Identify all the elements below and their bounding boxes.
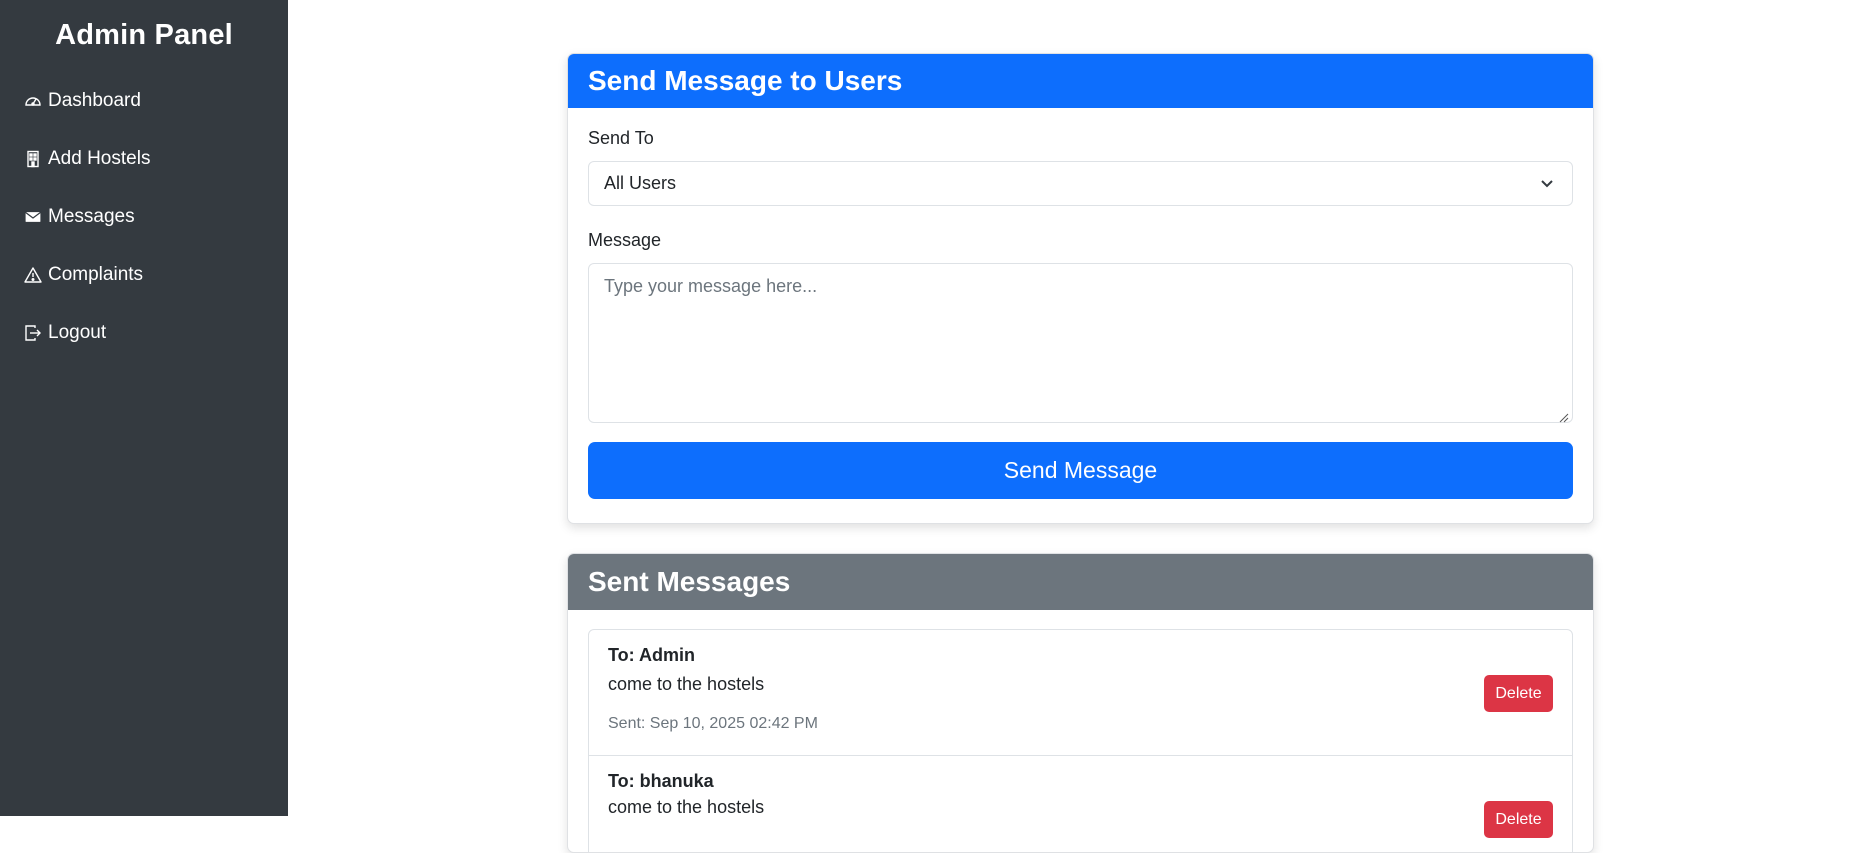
sidebar-item-add-hostels[interactable]: Add Hostels — [0, 130, 288, 188]
sidebar-item-label: Logout — [48, 322, 107, 343]
delete-button[interactable]: Delete — [1484, 675, 1553, 712]
main-content: Send Message to Users Send To All Users … — [288, 0, 1863, 853]
message-label: Message — [588, 230, 662, 250]
message-body: come to the hostels — [608, 797, 765, 817]
resize-grip-icon[interactable] — [1557, 407, 1569, 423]
sidebar-item-label: Messages — [48, 206, 135, 227]
warning-icon — [23, 265, 43, 285]
sent-messages-card: Sent Messages To: Admin come to the host… — [567, 553, 1594, 853]
chevron-down-icon — [1538, 175, 1556, 193]
sidebar-item-complaints[interactable]: Complaints — [0, 246, 288, 304]
send-message-card-title: Send Message to Users — [568, 54, 1593, 108]
sidebar-item-dashboard[interactable]: Dashboard — [0, 72, 288, 130]
sidebar-item-logout[interactable]: Logout — [0, 304, 288, 362]
send-to-select[interactable]: All Users — [588, 161, 1573, 206]
sidebar-item-label: Complaints — [48, 264, 144, 285]
message-body: come to the hostels — [608, 674, 765, 694]
envelope-icon — [23, 207, 43, 227]
message-recipient: To: Admin — [608, 645, 695, 665]
message-placeholder: Type your message here... — [604, 276, 818, 296]
sidebar-item-label: Add Hostels — [48, 148, 151, 169]
speedometer-icon — [23, 91, 43, 111]
building-icon — [23, 149, 43, 169]
sidebar-item-messages[interactable]: Messages — [0, 188, 288, 246]
send-message-button[interactable]: Send Message — [588, 442, 1573, 499]
delete-button[interactable]: Delete — [1484, 801, 1553, 838]
send-message-card: Send Message to Users Send To All Users … — [567, 53, 1594, 524]
sent-messages-list: To: Admin come to the hostels Sent: Sep … — [588, 629, 1573, 852]
send-to-value: All Users — [604, 173, 677, 193]
sidebar-nav: Dashboard Add Hostels Messages Complaint… — [0, 72, 288, 362]
message-sent-time: Sent: Sep 10, 2025 02:42 PM — [608, 715, 818, 732]
list-item: To: Admin come to the hostels Sent: Sep … — [589, 630, 1572, 756]
send-to-label: Send To — [588, 128, 654, 148]
sidebar-title: Admin Panel — [55, 19, 233, 51]
list-item: To: bhanuka come to the hostels Delete — [589, 756, 1572, 852]
sidebar: Admin Panel Dashboard Add Hostels Messag… — [0, 0, 288, 816]
message-textarea[interactable]: Type your message here... — [588, 263, 1573, 423]
sidebar-item-label: Dashboard — [48, 90, 141, 111]
sent-messages-card-title: Sent Messages — [568, 554, 1593, 610]
message-recipient: To: bhanuka — [608, 771, 714, 791]
logout-icon — [23, 323, 43, 343]
